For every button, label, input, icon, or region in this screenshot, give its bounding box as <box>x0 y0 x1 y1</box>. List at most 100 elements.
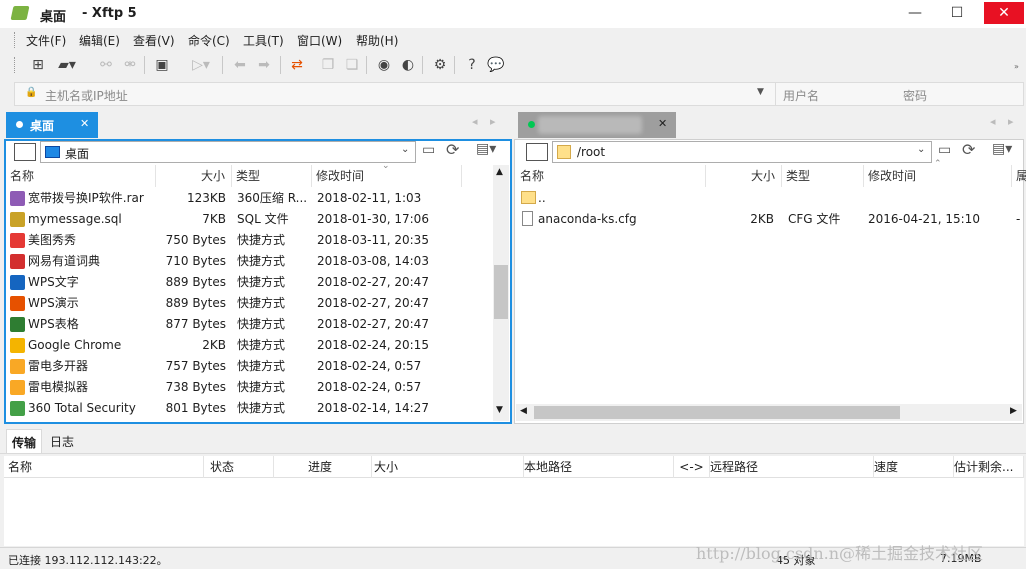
file-mtime: 2018-03-11, 20:35 <box>317 233 429 247</box>
tab-local-desktop[interactable]: 桌面 ✕ <box>6 112 98 138</box>
remote-col-type[interactable]: 类型 <box>782 165 864 187</box>
youdao-icon <box>10 254 25 269</box>
filter-icon[interactable]: ▷▾ <box>186 55 216 75</box>
path-dropdown-icon[interactable]: ⌄ <box>401 144 409 155</box>
transfer-col-header[interactable]: 本地路径 <box>524 456 674 478</box>
desktop-icon <box>45 146 60 158</box>
table-row[interactable]: mymessage.sql 7KB SQL 文件 2018-01-30, 17:06 <box>6 209 492 230</box>
open-folder-icon[interactable]: ▰▾ <box>54 55 80 75</box>
back-icon[interactable]: ⬅ <box>230 55 250 75</box>
transfer-col-header[interactable]: 远程路径 <box>710 456 874 478</box>
tab-remote-session[interactable]: ✕ <box>518 112 676 138</box>
toolbar: ⊞ ▰▾ ⚯ ⚮ ▣ ▷▾ ⬅ ➡ ⇄ ❐ ❏ ◉ ◐ ⚙ ? 💬 » <box>0 52 1026 80</box>
host-input[interactable]: 主机名或IP地址 <box>45 87 128 104</box>
menu-view[interactable]: 查看(V) <box>133 32 175 49</box>
local-col-type[interactable]: 类型 <box>232 165 312 187</box>
paste-icon[interactable]: ❏ <box>342 55 362 75</box>
transfer-col-header[interactable]: 速度 <box>874 456 954 478</box>
toolbar-overflow-icon[interactable]: » <box>1014 62 1019 71</box>
local-col-name[interactable]: 名称 <box>6 165 156 187</box>
remote-col-attr[interactable]: 属 <box>1012 165 1026 187</box>
window-title-app: - Xftp 5 <box>82 6 137 21</box>
table-row[interactable]: 美图秀秀 750 Bytes 快捷方式 2018-03-11, 20:35 <box>6 230 492 251</box>
table-row[interactable]: WPS表格 877 Bytes 快捷方式 2018-02-27, 20:47 <box>6 314 492 335</box>
maximize-button[interactable]: ☐ <box>940 2 974 24</box>
close-button[interactable]: ✕ <box>984 2 1024 24</box>
table-row[interactable]: 雷电模拟器 738 Bytes 快捷方式 2018-02-24, 0:57 <box>6 377 492 398</box>
chat-icon[interactable]: 💬 <box>486 55 506 75</box>
remote-col-size[interactable]: 大小 <box>706 165 782 187</box>
view-mode-icon[interactable]: ▤▾ <box>992 141 1012 157</box>
properties-icon[interactable]: ▣ <box>152 55 172 75</box>
remote-hscroll-thumb[interactable] <box>534 406 900 419</box>
table-row[interactable]: Google Chrome 2KB 快捷方式 2018-02-24, 20:15 <box>6 335 492 356</box>
scroll-left-icon[interactable]: ◀ <box>520 406 527 416</box>
transfer-col-header[interactable]: 估计剩余... <box>954 456 1024 478</box>
menu-file[interactable]: 文件(F) <box>26 32 66 49</box>
remote-path-box[interactable]: /root ⌄ <box>552 141 932 163</box>
transfer-col-header[interactable]: 大小 <box>374 456 524 478</box>
folder-up-icon[interactable]: ▭ <box>938 142 951 158</box>
forward-icon[interactable]: ➡ <box>254 55 274 75</box>
menu-help[interactable]: 帮助(H) <box>356 32 398 49</box>
file-type: 快捷方式 <box>237 317 286 331</box>
tab-scroll-left-icon[interactable]: ◂ <box>990 115 996 128</box>
menu-window[interactable]: 窗口(W) <box>297 32 342 49</box>
tab-scroll-left-icon[interactable]: ◂ <box>472 115 478 128</box>
file-mtime: 2018-02-27, 20:47 <box>317 275 429 289</box>
new-session-icon[interactable]: ⊞ <box>28 55 48 75</box>
sync-transfer-icon[interactable]: ⇄ <box>287 55 307 75</box>
toggle-tree-icon[interactable] <box>526 143 548 161</box>
table-row[interactable]: .. <box>516 188 1022 209</box>
scroll-down-icon[interactable]: ▼ <box>496 405 503 415</box>
local-path-box[interactable]: 桌面 ⌄ <box>40 141 416 163</box>
table-row[interactable]: 宽带拨号换IP软件.rar 123KB 360压缩 R... 2018-02-11, … <box>6 188 492 209</box>
scroll-up-icon[interactable]: ▲ <box>496 167 503 177</box>
transfer-col-header[interactable]: <-> <box>674 456 710 478</box>
scroll-right-icon[interactable]: ▶ <box>1010 406 1017 416</box>
menu-edit[interactable]: 编辑(E) <box>79 32 120 49</box>
xftp-icon[interactable]: ◐ <box>398 55 418 75</box>
local-scroll-thumb[interactable] <box>494 265 508 319</box>
table-row[interactable]: anaconda-ks.cfg 2KB CFG 文件 2016-04-21, 15:1… <box>516 209 1022 230</box>
xshell-icon[interactable]: ◉ <box>374 55 394 75</box>
menu-tools[interactable]: 工具(T) <box>243 32 284 49</box>
path-dropdown-icon[interactable]: ⌄ <box>917 144 925 155</box>
tab-scroll-right-icon[interactable]: ▸ <box>490 115 496 128</box>
username-input[interactable]: 用户名 <box>783 87 819 104</box>
refresh-icon[interactable]: ⟳ <box>962 140 975 159</box>
table-row[interactable]: WPS文字 889 Bytes 快捷方式 2018-02-27, 20:47 <box>6 272 492 293</box>
remote-col-name[interactable]: 名称 <box>516 165 706 187</box>
folder-up-icon[interactable]: ▭ <box>422 142 435 158</box>
table-row[interactable]: 网易有道词典 710 Bytes 快捷方式 2018-03-08, 14:03 <box>6 251 492 272</box>
remote-hscrollbar[interactable]: ◀ ▶ <box>516 404 1022 421</box>
tab-transfer[interactable]: 传输 <box>6 429 42 453</box>
local-col-size[interactable]: 大小 <box>156 165 232 187</box>
transfer-col-header[interactable]: 进度 <box>308 456 372 478</box>
tab-log[interactable]: 日志 <box>50 433 74 450</box>
table-row[interactable]: WPS演示 889 Bytes 快捷方式 2018-02-27, 20:47 <box>6 293 492 314</box>
tab-close-icon[interactable]: ✕ <box>658 117 667 130</box>
tab-scroll-right-icon[interactable]: ▸ <box>1008 115 1014 128</box>
tab-close-icon[interactable]: ✕ <box>80 117 89 130</box>
transfer-col-header[interactable]: 名称 <box>8 456 204 478</box>
password-input[interactable]: 密码 <box>903 87 927 104</box>
file-size: 710 Bytes <box>165 254 226 268</box>
table-row[interactable]: 360 Total Security 801 Bytes 快捷方式 2018-02-1… <box>6 398 492 419</box>
connect-icon[interactable]: ⚯ <box>96 55 116 75</box>
table-row[interactable]: 雷电多开器 757 Bytes 快捷方式 2018-02-24, 0:57 <box>6 356 492 377</box>
file-size: 7KB <box>202 212 226 226</box>
transfer-col-header[interactable]: 状态 <box>210 456 274 478</box>
refresh-icon[interactable]: ⟳ <box>446 140 459 159</box>
leidian-emulator-icon <box>10 380 25 395</box>
view-mode-icon[interactable]: ▤▾ <box>476 141 496 157</box>
settings-gear-icon[interactable]: ⚙ <box>430 55 450 75</box>
minimize-button[interactable]: — <box>898 2 932 24</box>
toggle-tree-icon[interactable] <box>14 143 36 161</box>
host-dropdown-icon[interactable]: ▼ <box>757 87 764 97</box>
copy-icon[interactable]: ❐ <box>318 55 338 75</box>
help-icon[interactable]: ? <box>462 55 482 75</box>
disconnect-icon[interactable]: ⚮ <box>120 55 140 75</box>
local-scrollbar[interactable]: ▲ ▼ <box>493 165 509 421</box>
menu-command[interactable]: 命令(C) <box>188 32 230 49</box>
